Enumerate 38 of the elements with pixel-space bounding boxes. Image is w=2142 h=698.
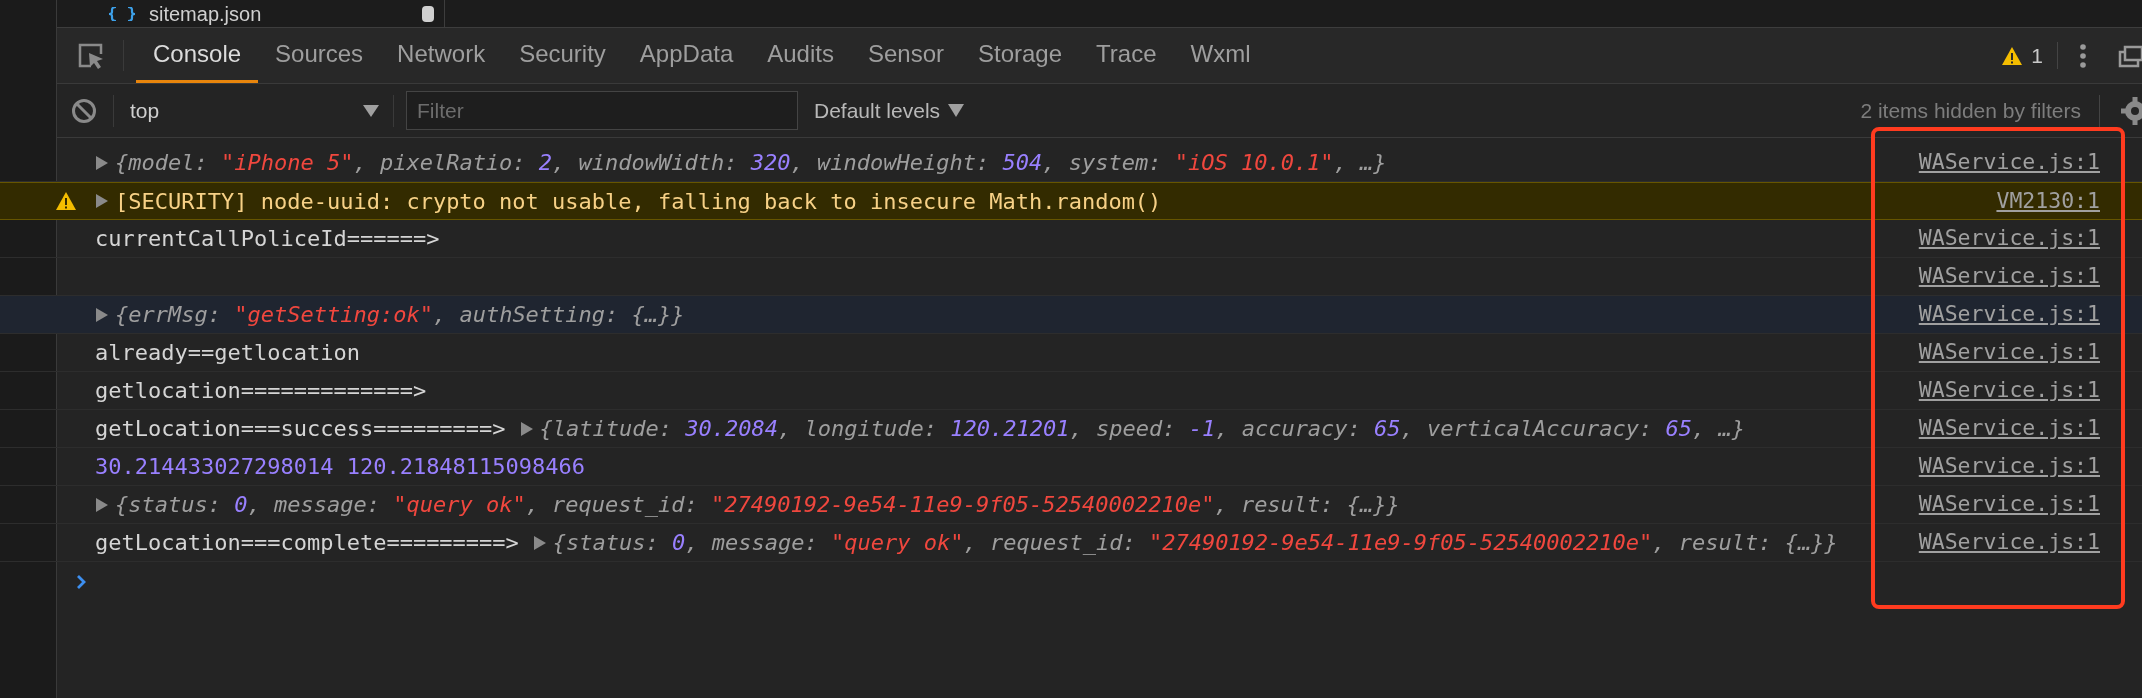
panel-tab[interactable]: Security: [502, 28, 623, 83]
file-tab-label[interactable]: sitemap.json: [149, 1, 422, 26]
log-text: getLocation===complete=========>: [95, 529, 519, 557]
panel-tab[interactable]: Network: [380, 28, 503, 83]
warning-count[interactable]: 1: [2031, 39, 2043, 72]
object-preview[interactable]: {status: 0, message: "query ok", request_id: "27490192-9e54-11e9-9f05-52540002210e", result: {…}}: [552, 526, 1838, 559]
source-link[interactable]: WAService.js:1: [1918, 336, 2100, 369]
source-link[interactable]: VM2130:1: [1996, 184, 2100, 218]
source-link[interactable]: WAService.js:1: [1918, 260, 2100, 293]
panel-tab[interactable]: Sources: [258, 28, 381, 83]
source-link[interactable]: WAService.js:1: [1918, 146, 2100, 179]
log-text: getLocation===success=========>: [95, 415, 506, 443]
object-preview[interactable]: {latitude: 30.2084, longitude: 120.21201, speed: -1, accuracy: 65, verticalAccuracy: 65, …}: [539, 412, 1745, 445]
source-link[interactable]: WAService.js:1: [1918, 412, 2100, 445]
source-link[interactable]: WAService.js:1: [1918, 374, 2100, 407]
object-preview[interactable]: {errMsg: "getSetting:ok", authSetting: {…}}: [115, 298, 685, 331]
source-link[interactable]: WAService.js:1: [1918, 222, 2100, 255]
panel-tab[interactable]: Storage: [961, 28, 1080, 83]
filter-field[interactable]: Filter: [406, 91, 798, 130]
levels-dropdown[interactable]: Default levels: [814, 94, 965, 127]
panel-tab[interactable]: AppData: [622, 28, 751, 83]
log-text: 30.214433027298014 120.21848115098466: [95, 453, 586, 481]
context-select[interactable]: top: [114, 94, 394, 127]
log-text: already==getlocation: [95, 339, 360, 367]
panel-tab[interactable]: Sensor: [850, 28, 961, 83]
log-text: getlocation=============>: [95, 377, 427, 405]
panel-tab[interactable]: Trace: [1079, 28, 1174, 83]
source-link[interactable]: WAService.js:1: [1918, 298, 2100, 331]
hidden-items-note: 2 items hidden by filters: [1860, 97, 2082, 124]
source-link[interactable]: WAService.js:1: [1918, 450, 2100, 483]
panel-tab[interactable]: Audits: [750, 28, 851, 83]
source-link[interactable]: WAService.js:1: [1918, 488, 2100, 521]
panel-tab[interactable]: Wxml: [1173, 28, 1268, 83]
log-text: [SECURITY] node-uuid: crypto not usable, falling back to insecure Math.random(): [115, 187, 1162, 216]
object-preview[interactable]: {status: 0, message: "query ok", request_id: "27490192-9e54-11e9-9f05-52540002210e", result: {…}}: [115, 488, 1400, 521]
source-link[interactable]: WAService.js:1: [1918, 526, 2100, 559]
object-preview[interactable]: {model: "iPhone 5", pixelRatio: 2, windowWidth: 320, windowHeight: 504, system: "iOS 10.0.1", …}: [115, 146, 1387, 179]
log-text: currentCallPoliceId======>: [95, 225, 440, 253]
